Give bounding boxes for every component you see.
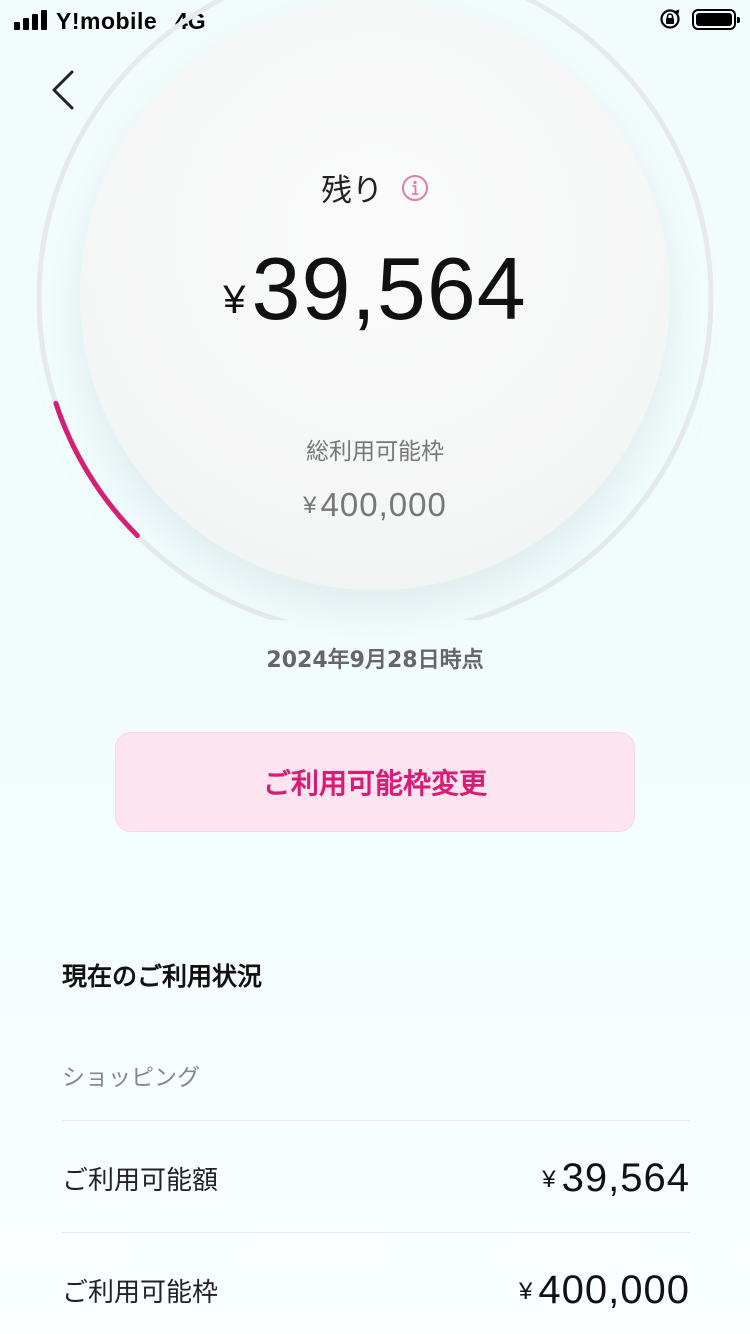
credit-limit-number: 400,000 (538, 1268, 690, 1312)
back-button[interactable] (40, 60, 90, 120)
credit-limit-value: ¥400,000 (519, 1268, 690, 1313)
credit-limit-currency: ¥ (519, 1278, 533, 1305)
change-limit-button[interactable]: ご利用可能枠変更 (115, 732, 635, 832)
remaining-amount: ¥39,564 (0, 238, 750, 340)
total-currency: ¥ (303, 492, 317, 519)
info-icon[interactable] (401, 174, 429, 202)
as-of-date: 2024年9月28日時点 (266, 648, 484, 673)
available-amount-value: ¥39,564 (542, 1156, 690, 1201)
total-limit-amount: ¥400,000 (0, 486, 750, 524)
available-amount-currency: ¥ (542, 1166, 556, 1193)
remaining-currency: ¥ (223, 278, 246, 322)
total-value: 400,000 (320, 486, 447, 523)
usage-category-label: ショッピング (62, 1065, 200, 1091)
remaining-label-row: 残り (0, 165, 750, 210)
usage-section-title: 現在のご利用状況 (62, 962, 263, 991)
available-amount-number: 39,564 (561, 1156, 690, 1200)
divider (62, 1120, 690, 1121)
available-amount-label: ご利用可能額 (62, 1166, 219, 1196)
remaining-label: 残り (321, 173, 384, 209)
total-limit-label: 総利用可能枠 (306, 439, 444, 465)
divider (62, 1232, 690, 1233)
credit-limit-label: ご利用可能枠 (62, 1278, 219, 1308)
remaining-value: 39,564 (251, 239, 527, 338)
